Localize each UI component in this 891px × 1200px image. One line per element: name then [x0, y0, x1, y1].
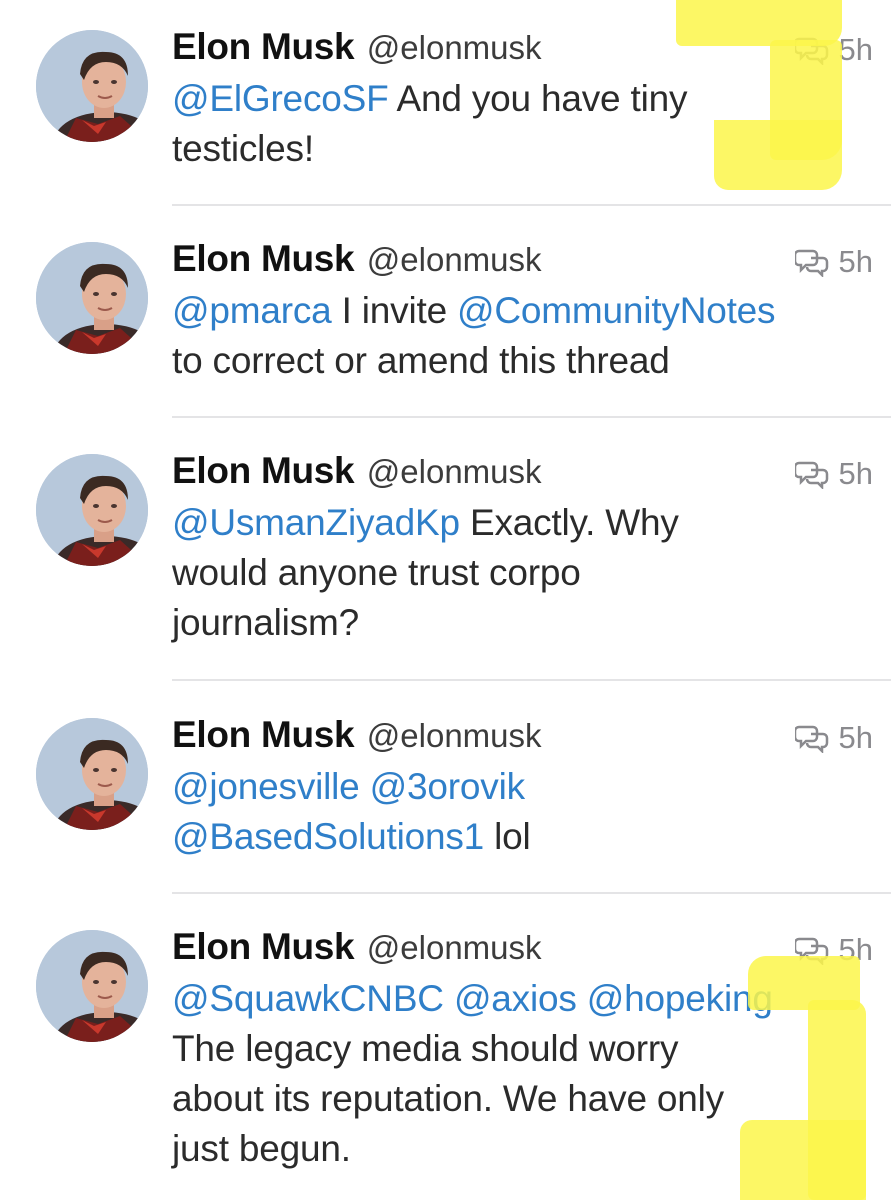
- author-handle[interactable]: @elonmusk: [367, 241, 542, 278]
- speech-bubbles-icon[interactable]: [794, 459, 831, 489]
- tweet-text-line: would anyone trust corpo: [172, 552, 581, 593]
- tweet-text: @UsmanZiyadKp Exactly. Why would anyone …: [172, 498, 884, 648]
- mention-link[interactable]: @SquawkCNBC: [172, 978, 444, 1019]
- tweet-meta: 5h: [794, 456, 873, 492]
- divider: [172, 416, 891, 418]
- avatar[interactable]: [36, 30, 148, 142]
- author-name[interactable]: Elon Musk: [172, 714, 355, 755]
- mention-link[interactable]: @ElGrecoSF: [172, 78, 389, 119]
- mention-link[interactable]: @hopeking: [587, 978, 773, 1019]
- avatar[interactable]: [36, 930, 148, 1042]
- tweet-text-line: just begun.: [172, 1128, 351, 1169]
- tweet-text-segment: Exactly. Why: [459, 502, 679, 543]
- mention-link[interactable]: @axios: [454, 978, 577, 1019]
- tweet-time: 5h: [838, 32, 873, 67]
- tweet-time: 5h: [838, 932, 873, 967]
- tweet-text-line: about its reputation. We have only: [172, 1078, 724, 1119]
- author-handle[interactable]: @elonmusk: [367, 717, 542, 754]
- tweet[interactable]: Elon Musk @elonmusk 5h @SquawkCNBC @axio…: [0, 926, 891, 1200]
- tweet-time: 5h: [838, 456, 873, 491]
- mention-link[interactable]: @CommunityNotes: [457, 290, 776, 331]
- tweet-text: @jonesville @3orovik @BasedSolutions1 lo…: [172, 762, 884, 862]
- divider: [172, 204, 891, 206]
- tweet-text-line: to correct or amend this thread: [172, 340, 670, 381]
- author-name[interactable]: Elon Musk: [172, 238, 355, 279]
- tweet-time: 5h: [838, 720, 873, 755]
- mention-link[interactable]: @3orovik: [370, 766, 525, 807]
- mention-link[interactable]: @BasedSolutions1: [172, 816, 484, 857]
- tweet-meta: 5h: [794, 932, 873, 968]
- tweet-text-line: journalism?: [172, 602, 359, 643]
- tweet[interactable]: Elon Musk @elonmusk 5h @UsmanZiyadKp Exa…: [0, 450, 891, 681]
- author-name[interactable]: Elon Musk: [172, 450, 355, 491]
- tweet-text: @ElGrecoSF And you have tiny testicles!: [172, 74, 884, 174]
- speech-bubbles-icon[interactable]: [794, 935, 831, 965]
- speech-bubbles-icon[interactable]: [794, 247, 831, 277]
- tweet-text: @SquawkCNBC @axios @hopeking The legacy …: [172, 974, 884, 1174]
- tweet[interactable]: Elon Musk @elonmusk 5h @jonesville @3oro…: [0, 714, 891, 894]
- mention-link[interactable]: @jonesville: [172, 766, 360, 807]
- avatar[interactable]: [36, 242, 148, 354]
- author-name[interactable]: Elon Musk: [172, 26, 355, 67]
- divider: [172, 679, 891, 681]
- tweet-meta: 5h: [794, 720, 873, 756]
- mention-link[interactable]: @pmarca: [172, 290, 332, 331]
- author-handle[interactable]: @elonmusk: [367, 929, 542, 966]
- author-name[interactable]: Elon Musk: [172, 926, 355, 967]
- tweet-meta: 5h: [794, 244, 873, 280]
- tweet-text-line: testicles!: [172, 128, 314, 169]
- author-handle[interactable]: @elonmusk: [367, 453, 542, 490]
- tweet-text-segment: And you have tiny: [388, 78, 688, 119]
- tweet[interactable]: Elon Musk @elonmusk 5h @ElGrecoSF And yo…: [0, 26, 891, 206]
- tweet-text: @pmarca I invite @CommunityNotes to corr…: [172, 286, 884, 386]
- tweet-meta: 5h: [794, 32, 873, 68]
- divider: [172, 892, 891, 894]
- tweet-text-segment: lol: [484, 816, 531, 857]
- tweet-text-segment: I invite: [331, 290, 458, 331]
- tweet[interactable]: Elon Musk @elonmusk 5h @pmarca I invite …: [0, 238, 891, 418]
- tweet-text-line: The legacy media should worry: [172, 1028, 679, 1069]
- avatar[interactable]: [36, 454, 148, 566]
- speech-bubbles-icon[interactable]: [794, 723, 831, 753]
- avatar[interactable]: [36, 718, 148, 830]
- mention-link[interactable]: @UsmanZiyadKp: [172, 502, 460, 543]
- tweet-time: 5h: [838, 244, 873, 279]
- author-handle[interactable]: @elonmusk: [367, 29, 542, 66]
- speech-bubbles-icon[interactable]: [794, 35, 831, 65]
